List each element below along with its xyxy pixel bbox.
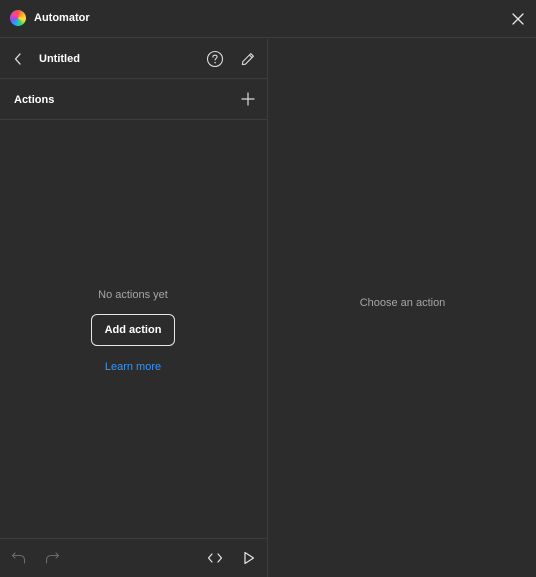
pencil-icon (241, 53, 254, 66)
empty-state: No actions yet Add action Learn more (0, 120, 268, 538)
learn-more-link[interactable]: Learn more (0, 360, 266, 374)
app-title: Automator (34, 12, 90, 24)
add-action-icon-button[interactable] (238, 89, 258, 109)
edit-button[interactable] (238, 49, 258, 69)
undo-icon (11, 552, 26, 564)
code-button[interactable] (205, 548, 225, 568)
run-button[interactable] (239, 548, 259, 568)
chevron-left-icon (14, 53, 21, 65)
redo-icon (45, 552, 60, 564)
code-icon (207, 553, 223, 563)
actions-header: Actions (0, 79, 268, 120)
right-panel-placeholder: Choose an action (359, 297, 446, 309)
title-bar: Automator (0, 0, 536, 38)
panel-header: Untitled (0, 39, 268, 79)
add-action-button[interactable]: Add action (91, 314, 175, 346)
undo-button[interactable] (9, 548, 29, 568)
close-icon (512, 13, 524, 25)
play-icon (244, 551, 255, 565)
left-panel-footer (0, 538, 268, 577)
empty-state-message: No actions yet (98, 289, 168, 301)
plus-icon (241, 92, 255, 106)
back-button[interactable] (9, 50, 27, 68)
help-circle-icon (206, 50, 224, 68)
automator-logo-icon (10, 10, 26, 26)
actions-title: Actions (14, 94, 55, 106)
redo-button[interactable] (42, 548, 62, 568)
document-title[interactable]: Untitled (39, 52, 80, 66)
help-button[interactable] (205, 49, 225, 69)
left-panel: Untitled Actions No actions yet Add acti… (0, 39, 268, 577)
right-panel: Choose an action (269, 39, 536, 577)
automator-window: Automator Untitled Actions No actions ye… (0, 0, 536, 577)
close-button[interactable] (508, 9, 528, 29)
